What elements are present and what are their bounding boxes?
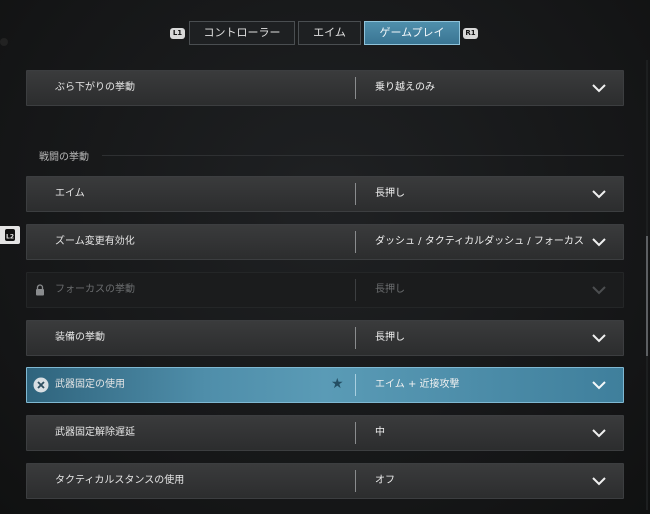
setting-value: ダッシュ / タクティカルダッシュ / フォーカス [375,236,584,247]
right-bumper-badge: R1 [463,28,478,39]
setting-label: フォーカスの挙動 [55,284,135,295]
setting-row-aim[interactable]: エイム 長押し [26,176,624,212]
setting-value: 長押し [375,332,405,343]
star-icon[interactable]: ★ [331,376,344,392]
setting-value: 長押し [375,188,405,199]
setting-value: 長押し [375,284,405,295]
setting-row-ledge-behavior[interactable]: ぶら下がりの挙動 乗り越えのみ [26,70,624,106]
side-tab-label: L2 [6,234,14,241]
setting-label: 武器固定解除遅延 [55,427,135,438]
setting-value: エイム + 近接攻撃 [375,379,460,390]
setting-row-weapon-mount-exit-delay[interactable]: 武器固定解除遅延 中 [26,415,624,451]
setting-row-tactical-stance[interactable]: タクティカルスタンスの使用 オフ [26,463,624,499]
divider [355,279,356,301]
x-circle-icon[interactable] [33,377,49,393]
setting-value: オフ [375,475,395,486]
setting-label: エイム [55,188,85,199]
setting-label: 武器固定の使用 [55,379,125,390]
setting-label: ぶら下がりの挙動 [55,82,135,93]
setting-row-weapon-mount[interactable]: 武器固定の使用 ★ エイム + 近接攻撃 [26,367,624,403]
divider [355,183,356,205]
tab-label: コントローラー [203,26,281,39]
tab-gameplay[interactable]: ゲームプレイ [364,21,460,45]
tab-bar: L1 コントローラー エイム ゲームプレイ R1 [0,21,650,45]
divider [355,77,356,99]
chevron-down-icon[interactable] [591,378,607,392]
setting-row-equipment-behavior[interactable]: 装備の挙動 長押し [26,320,624,356]
tab-label: エイム [313,26,346,39]
chevron-down-icon[interactable] [591,331,607,345]
tab-aim[interactable]: エイム [298,21,361,45]
chevron-down-icon [592,286,606,295]
divider [355,231,356,253]
chevron-down-icon[interactable] [591,426,607,440]
setting-value: 中 [375,427,385,438]
l2-trigger-icon: L2 [5,229,15,241]
setting-row-focus-behavior: フォーカスの挙動 長押し [26,272,624,308]
setting-row-zoom-change[interactable]: ズーム変更有効化 ダッシュ / タクティカルダッシュ / フォーカス [26,224,624,260]
chevron-down-icon[interactable] [591,81,607,95]
section-title: 戦闘の挙動 [39,152,89,163]
setting-label: 装備の挙動 [55,332,105,343]
tab-controller[interactable]: コントローラー [189,21,295,45]
left-bumper-badge: L1 [170,28,185,39]
setting-label: タクティカルスタンスの使用 [55,475,185,486]
chevron-down-icon[interactable] [591,235,607,249]
chevron-down-icon[interactable] [591,474,607,488]
setting-label: ズーム変更有効化 [55,236,135,247]
divider [355,327,356,349]
divider [355,422,356,444]
section-divider [102,155,624,156]
divider [355,374,356,396]
scrollbar-thumb[interactable] [646,236,648,356]
lock-icon [36,284,44,296]
chevron-down-icon[interactable] [591,187,607,201]
divider [355,470,356,492]
tab-label: ゲームプレイ [379,26,445,39]
side-tab-l2[interactable]: L2 [0,226,20,244]
setting-value: 乗り越えのみ [375,82,435,93]
